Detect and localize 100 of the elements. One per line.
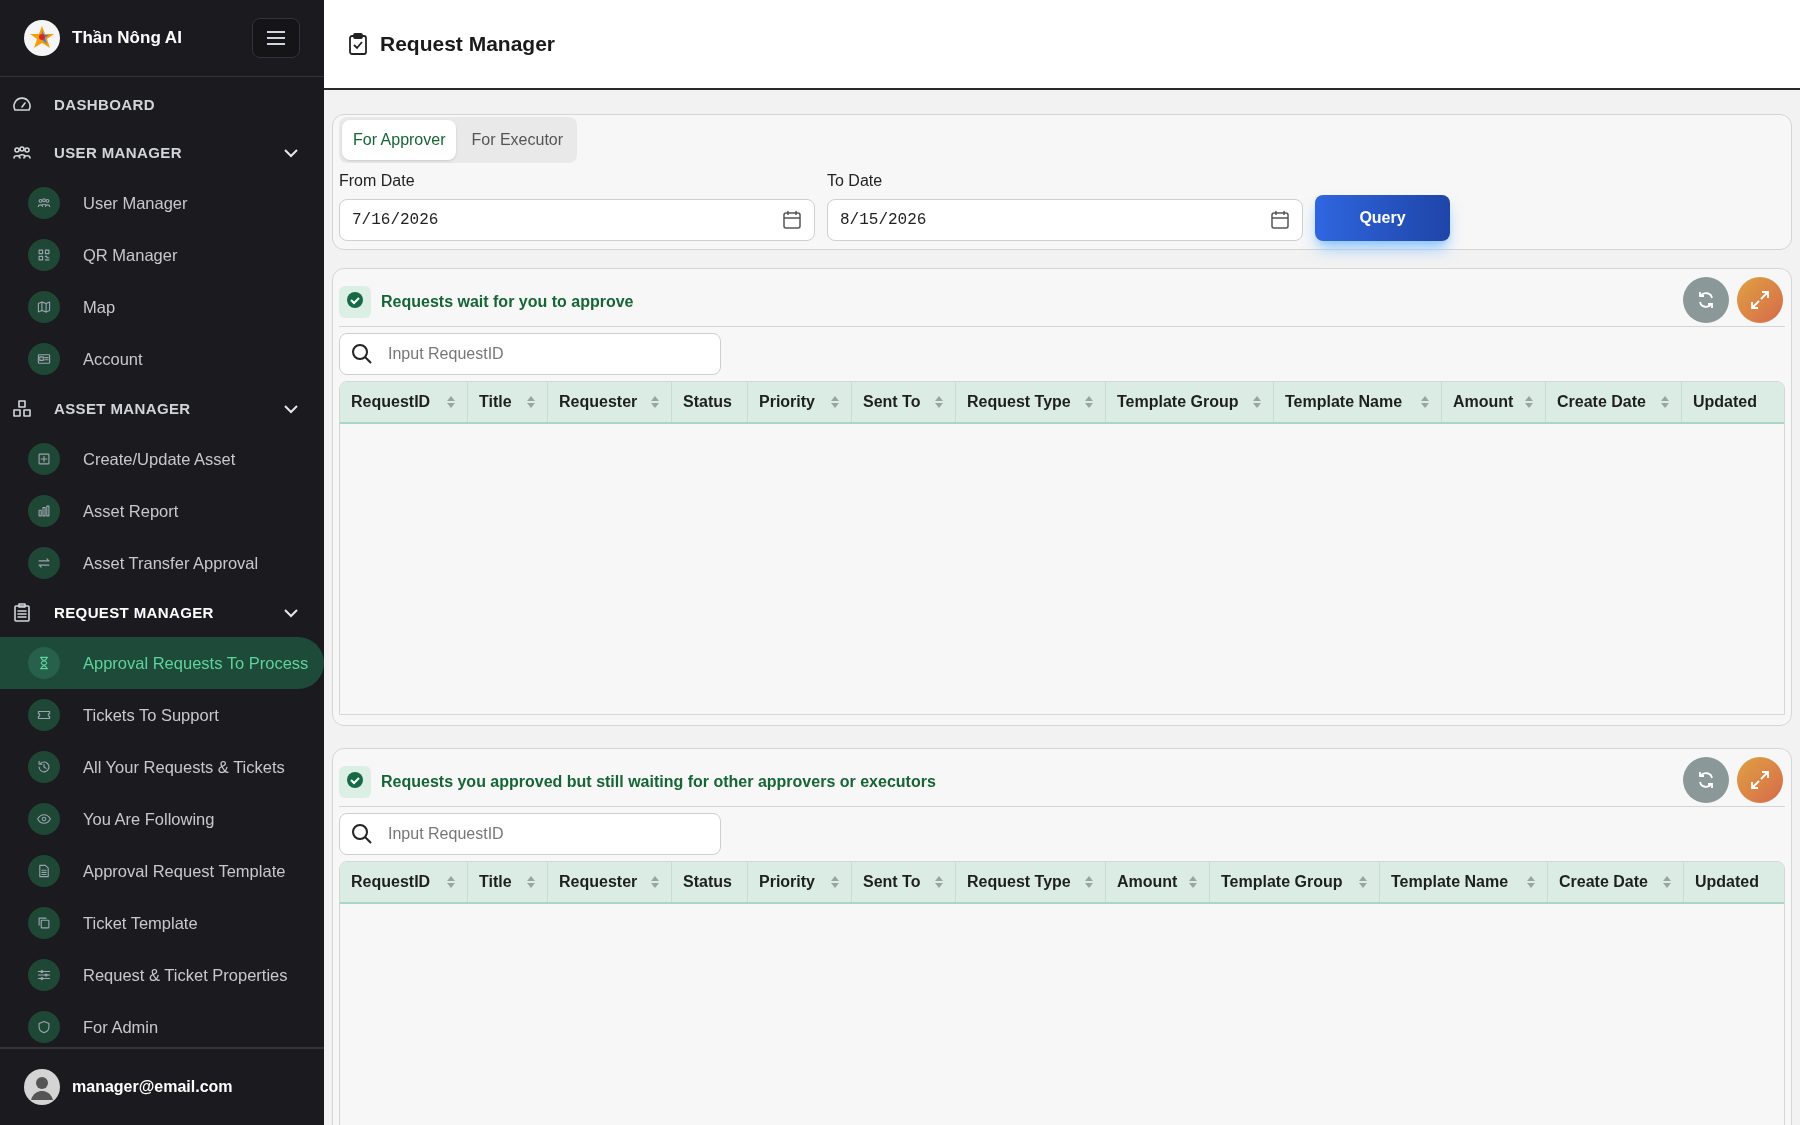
bar-chart-icon — [28, 495, 60, 527]
sort-icon — [1084, 875, 1094, 889]
ticket-icon — [28, 699, 60, 731]
expand-button[interactable] — [1737, 276, 1783, 323]
column-header[interactable]: Template Group — [1106, 382, 1274, 422]
sliders-icon — [28, 959, 60, 991]
sort-icon — [830, 875, 840, 889]
column-header[interactable]: Template Name — [1274, 382, 1442, 422]
sort-icon — [830, 395, 840, 409]
history-icon — [28, 751, 60, 783]
sort-icon — [1188, 875, 1198, 889]
brand-name: Thần Nông AI — [72, 27, 182, 50]
nav-item[interactable]: QR Manager — [0, 229, 324, 281]
nav-group[interactable]: ASSET MANAGER — [0, 385, 324, 433]
nav-group[interactable]: USER MANAGER — [0, 129, 324, 177]
nav-item[interactable]: You Are Following — [0, 793, 324, 845]
nav-item[interactable]: Request & Ticket Properties — [0, 949, 324, 1001]
column-header[interactable]: Status — [672, 862, 748, 902]
calendar-icon — [782, 210, 802, 230]
column-header[interactable]: Request Type — [956, 862, 1106, 902]
date-field[interactable]: 7/16/2026 — [339, 199, 815, 241]
refresh-button[interactable] — [1683, 276, 1729, 323]
nav-item[interactable]: Asset Transfer Approval — [0, 537, 324, 589]
menu-icon — [266, 30, 286, 46]
nav-item[interactable]: Approval Requests To Process — [0, 637, 324, 689]
column-header[interactable]: RequestID — [340, 862, 468, 902]
nav-item[interactable]: Map — [0, 281, 324, 333]
sort-icon — [1084, 395, 1094, 409]
copy-icon — [28, 907, 60, 939]
qr-code-icon — [28, 239, 60, 271]
nav-item[interactable]: Approval Request Template — [0, 845, 324, 897]
column-header[interactable]: Request Type — [956, 382, 1106, 422]
sort-icon — [1358, 875, 1368, 889]
sort-icon — [650, 395, 660, 409]
people-icon — [28, 187, 60, 219]
column-header[interactable]: Create Date — [1548, 862, 1684, 902]
nav-item[interactable]: User Manager — [0, 177, 324, 229]
column-header[interactable]: Amount — [1442, 382, 1546, 422]
sort-icon — [1524, 395, 1534, 409]
sort-icon — [1420, 395, 1430, 409]
nav-item[interactable]: Account — [0, 333, 324, 385]
sort-icon — [526, 875, 536, 889]
id-card-icon — [28, 343, 60, 375]
page-title: Request Manager — [380, 31, 556, 58]
column-header[interactable]: Updated — [1682, 382, 1784, 422]
date-field[interactable]: 8/15/2026 — [827, 199, 1303, 241]
sort-icon — [446, 875, 456, 889]
boxes-icon — [12, 399, 32, 419]
section-title: Requests you approved but still waiting for other approvers or executors — [381, 771, 936, 792]
column-header[interactable]: Template Name — [1380, 862, 1548, 902]
column-header[interactable]: RequestID — [340, 382, 468, 422]
column-header[interactable]: Priority — [748, 862, 852, 902]
column-header[interactable]: Updated — [1684, 862, 1784, 902]
query-button[interactable]: Query — [1315, 195, 1450, 241]
map-icon — [28, 291, 60, 323]
sort-icon — [650, 875, 660, 889]
refresh-icon — [1696, 769, 1716, 790]
sort-icon — [1252, 395, 1262, 409]
search-field[interactable]: Input RequestID — [339, 813, 721, 855]
logo-icon — [24, 20, 60, 56]
sort-icon — [1660, 395, 1670, 409]
refresh-button[interactable] — [1683, 756, 1729, 803]
column-header[interactable]: Amount — [1106, 862, 1210, 902]
nav-item[interactable]: All Your Requests & Tickets — [0, 741, 324, 793]
column-header[interactable]: Template Group — [1210, 862, 1380, 902]
sort-icon — [446, 395, 456, 409]
shield-icon — [28, 1011, 60, 1043]
nav-item[interactable]: Create/Update Asset — [0, 433, 324, 485]
column-header[interactable]: Requester — [548, 382, 672, 422]
nav-item[interactable]: Ticket Template — [0, 897, 324, 949]
expand-button[interactable] — [1737, 756, 1783, 803]
column-header[interactable]: Sent To — [852, 862, 956, 902]
column-header[interactable]: Sent To — [852, 382, 956, 422]
tab[interactable]: For Executor — [460, 120, 575, 160]
nav-group[interactable]: REQUEST MANAGER — [0, 589, 324, 637]
column-header[interactable]: Requester — [548, 862, 672, 902]
nav-item[interactable]: Asset Report — [0, 485, 324, 537]
column-header[interactable]: Title — [468, 862, 548, 902]
calendar-icon — [1270, 210, 1290, 230]
avatar-icon — [24, 1069, 60, 1105]
menu-button[interactable] — [252, 18, 300, 58]
column-header[interactable]: Status — [672, 382, 748, 422]
sort-icon — [526, 395, 536, 409]
expand-icon — [1749, 288, 1771, 311]
sort-icon — [934, 395, 944, 409]
document-icon — [28, 855, 60, 887]
clipboard-check-icon — [348, 33, 368, 55]
tab[interactable]: For Approver — [342, 120, 457, 160]
sort-icon — [934, 875, 944, 889]
search-field[interactable]: Input RequestID — [339, 333, 721, 375]
sort-icon — [1662, 875, 1672, 889]
nav-group[interactable]: DASHBOARD — [0, 81, 324, 129]
nav-item[interactable]: For Admin — [0, 1001, 324, 1047]
eye-icon — [28, 803, 60, 835]
nav-item[interactable]: Tickets To Support — [0, 689, 324, 741]
column-header[interactable]: Create Date — [1546, 382, 1682, 422]
section-title: Requests wait for you to approve — [381, 291, 634, 312]
column-header[interactable]: Title — [468, 382, 548, 422]
column-header[interactable]: Priority — [748, 382, 852, 422]
user-email: manager@email.com — [72, 1077, 233, 1097]
